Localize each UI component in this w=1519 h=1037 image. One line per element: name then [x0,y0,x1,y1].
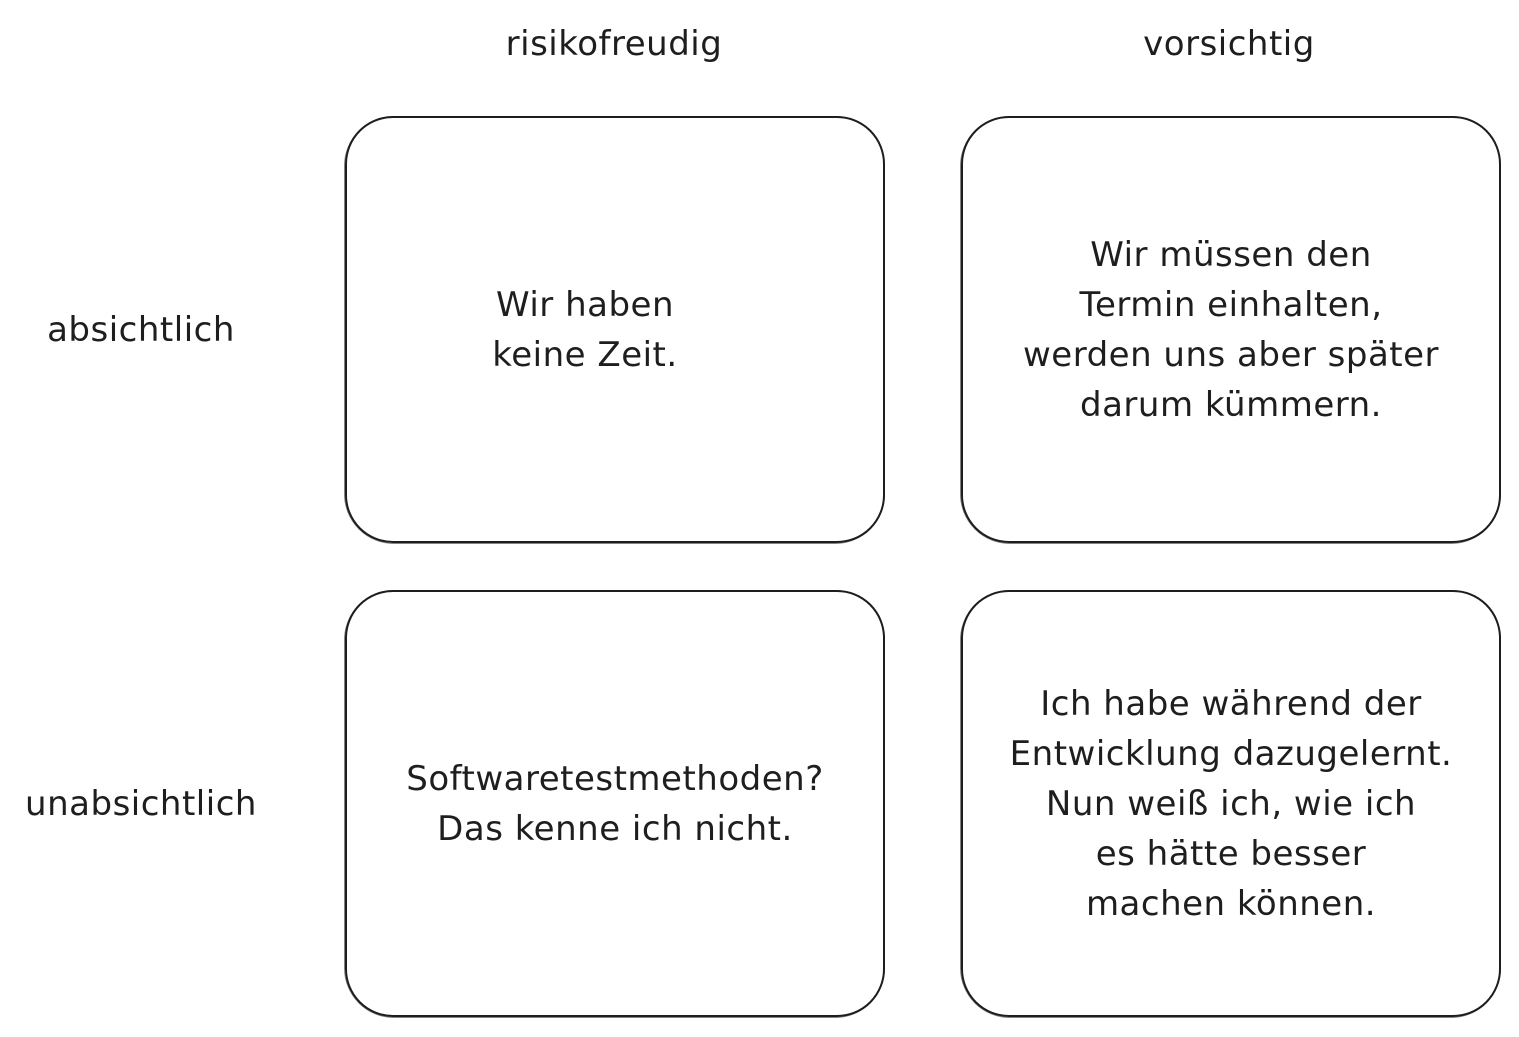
quadrant-text-line: darum kümmern. [1080,384,1382,425]
quadrant-box-unabsichtlich-vorsichtig: Ich habe während der Entwicklung dazugel… [960,590,1501,1018]
quadrant-text-line: Softwaretestmethoden? [406,758,824,799]
quadrant-box-absichtlich-risikofreudig: Wir haben keine Zeit. [344,116,885,544]
quadrant-text: Wir haben keine Zeit. [492,280,677,380]
quadrant-text: Softwaretestmethoden? Das kenne ich nich… [406,754,824,854]
quadrant-text-line: Nun weiß ich, wie ich [1045,783,1417,824]
quadrant-text-line: Das kenne ich nicht. [437,808,793,849]
quadrant-text-line: werden uns aber später [1022,334,1440,375]
quadrant-text-line: Wir haben [495,284,675,325]
quadrant-text-line: Wir müssen den [1090,234,1372,275]
quadrant-text-line: machen können. [1085,883,1377,924]
quadrant-text-line: Ich habe während der [1040,683,1422,724]
quadrant-text-line: keine Zeit. [492,334,678,375]
column-label-vorsichtig: vorsichtig [1143,24,1315,64]
quadrant-text-line: es hätte besser [1095,833,1367,874]
quadrant-text-line: Termin einhalten, [1079,284,1383,325]
row-label-absichtlich: absichtlich [47,310,235,350]
quadrant-text-line: Entwicklung dazugelernt. [1009,733,1453,774]
quadrant-text: Ich habe während der Entwicklung dazugel… [1010,679,1453,929]
quadrant-box-unabsichtlich-risikofreudig: Softwaretestmethoden? Das kenne ich nich… [344,590,885,1018]
quadrant-text: Wir müssen den Termin einhalten, werden … [1023,230,1439,430]
column-label-risikofreudig: risikofreudig [505,24,723,64]
quadrant-box-absichtlich-vorsichtig: Wir müssen den Termin einhalten, werden … [960,116,1501,544]
row-label-unabsichtlich: unabsichtlich [25,784,257,824]
